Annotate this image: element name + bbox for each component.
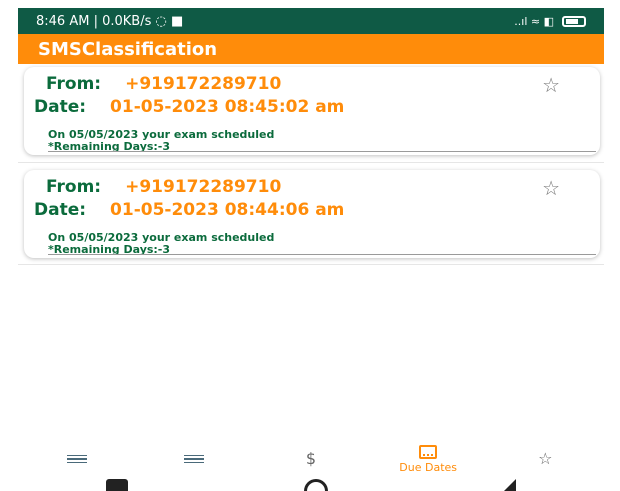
- from-line: From: +919172289710: [46, 177, 281, 197]
- recent-apps-button[interactable]: [106, 479, 128, 491]
- from-label: From:: [46, 74, 102, 94]
- message-card[interactable]: From: +919172289710 Date: 01-05-2023 08:45…: [24, 67, 600, 155]
- app-bar: SMSClassification: [18, 34, 604, 64]
- nav-item-due-dates[interactable]: Due Dates: [370, 444, 487, 474]
- nav-label-due-dates: Due Dates: [399, 460, 458, 474]
- message-card[interactable]: From: +919172289710 Date: 01-05-2023 08:44…: [24, 170, 600, 258]
- calendar-icon: [419, 444, 438, 459]
- star-icon[interactable]: ☆: [542, 176, 560, 201]
- status-right-icons: ..ıl ≈ ◧: [514, 15, 586, 28]
- signal-wifi-icons: ..ıl ≈ ◧: [514, 14, 554, 28]
- system-navigation-bar: [18, 476, 604, 491]
- from-value: +919172289710: [125, 177, 282, 197]
- from-line: From: +919172289710: [46, 74, 281, 94]
- divider: [18, 264, 604, 265]
- nav-item-star[interactable]: ☆: [487, 451, 604, 467]
- divider: [18, 162, 604, 163]
- date-label: Date:: [34, 200, 87, 220]
- home-button[interactable]: [304, 479, 328, 491]
- nav-item-list-1[interactable]: [18, 455, 135, 463]
- from-label: From:: [46, 177, 102, 197]
- bottom-navigation: $ Due Dates ☆: [18, 444, 604, 474]
- dollar-icon: $: [305, 449, 317, 468]
- date-line: Date: 01-05-2023 08:44:06 am: [34, 200, 344, 220]
- message-body: On 05/05/2023 your exam scheduled *Remai…: [48, 129, 596, 153]
- date-label: Date:: [34, 97, 87, 117]
- nav-item-list-2[interactable]: [135, 455, 252, 463]
- status-left-text: 8:46 AM | 0.0KB/s ◌ ■: [36, 13, 184, 29]
- message-underline: [48, 254, 596, 255]
- status-bar: 8:46 AM | 0.0KB/s ◌ ■ ..ıl ≈ ◧: [18, 8, 604, 34]
- star-icon[interactable]: ☆: [542, 73, 560, 98]
- message-underline: [48, 151, 596, 152]
- date-line: Date: 01-05-2023 08:45:02 am: [34, 97, 344, 117]
- back-button[interactable]: [504, 479, 516, 491]
- star-icon: ☆: [538, 449, 553, 468]
- date-value: 01-05-2023 08:45:02 am: [110, 97, 345, 117]
- list-icon: [66, 455, 87, 463]
- from-value: +919172289710: [125, 74, 282, 94]
- list-icon: [183, 455, 204, 463]
- date-value: 01-05-2023 08:44:06 am: [110, 200, 345, 220]
- message-body: On 05/05/2023 your exam scheduled *Remai…: [48, 232, 596, 256]
- battery-icon: [562, 15, 586, 27]
- app-title: SMSClassification: [38, 38, 218, 60]
- nav-item-dollar[interactable]: $: [252, 451, 369, 467]
